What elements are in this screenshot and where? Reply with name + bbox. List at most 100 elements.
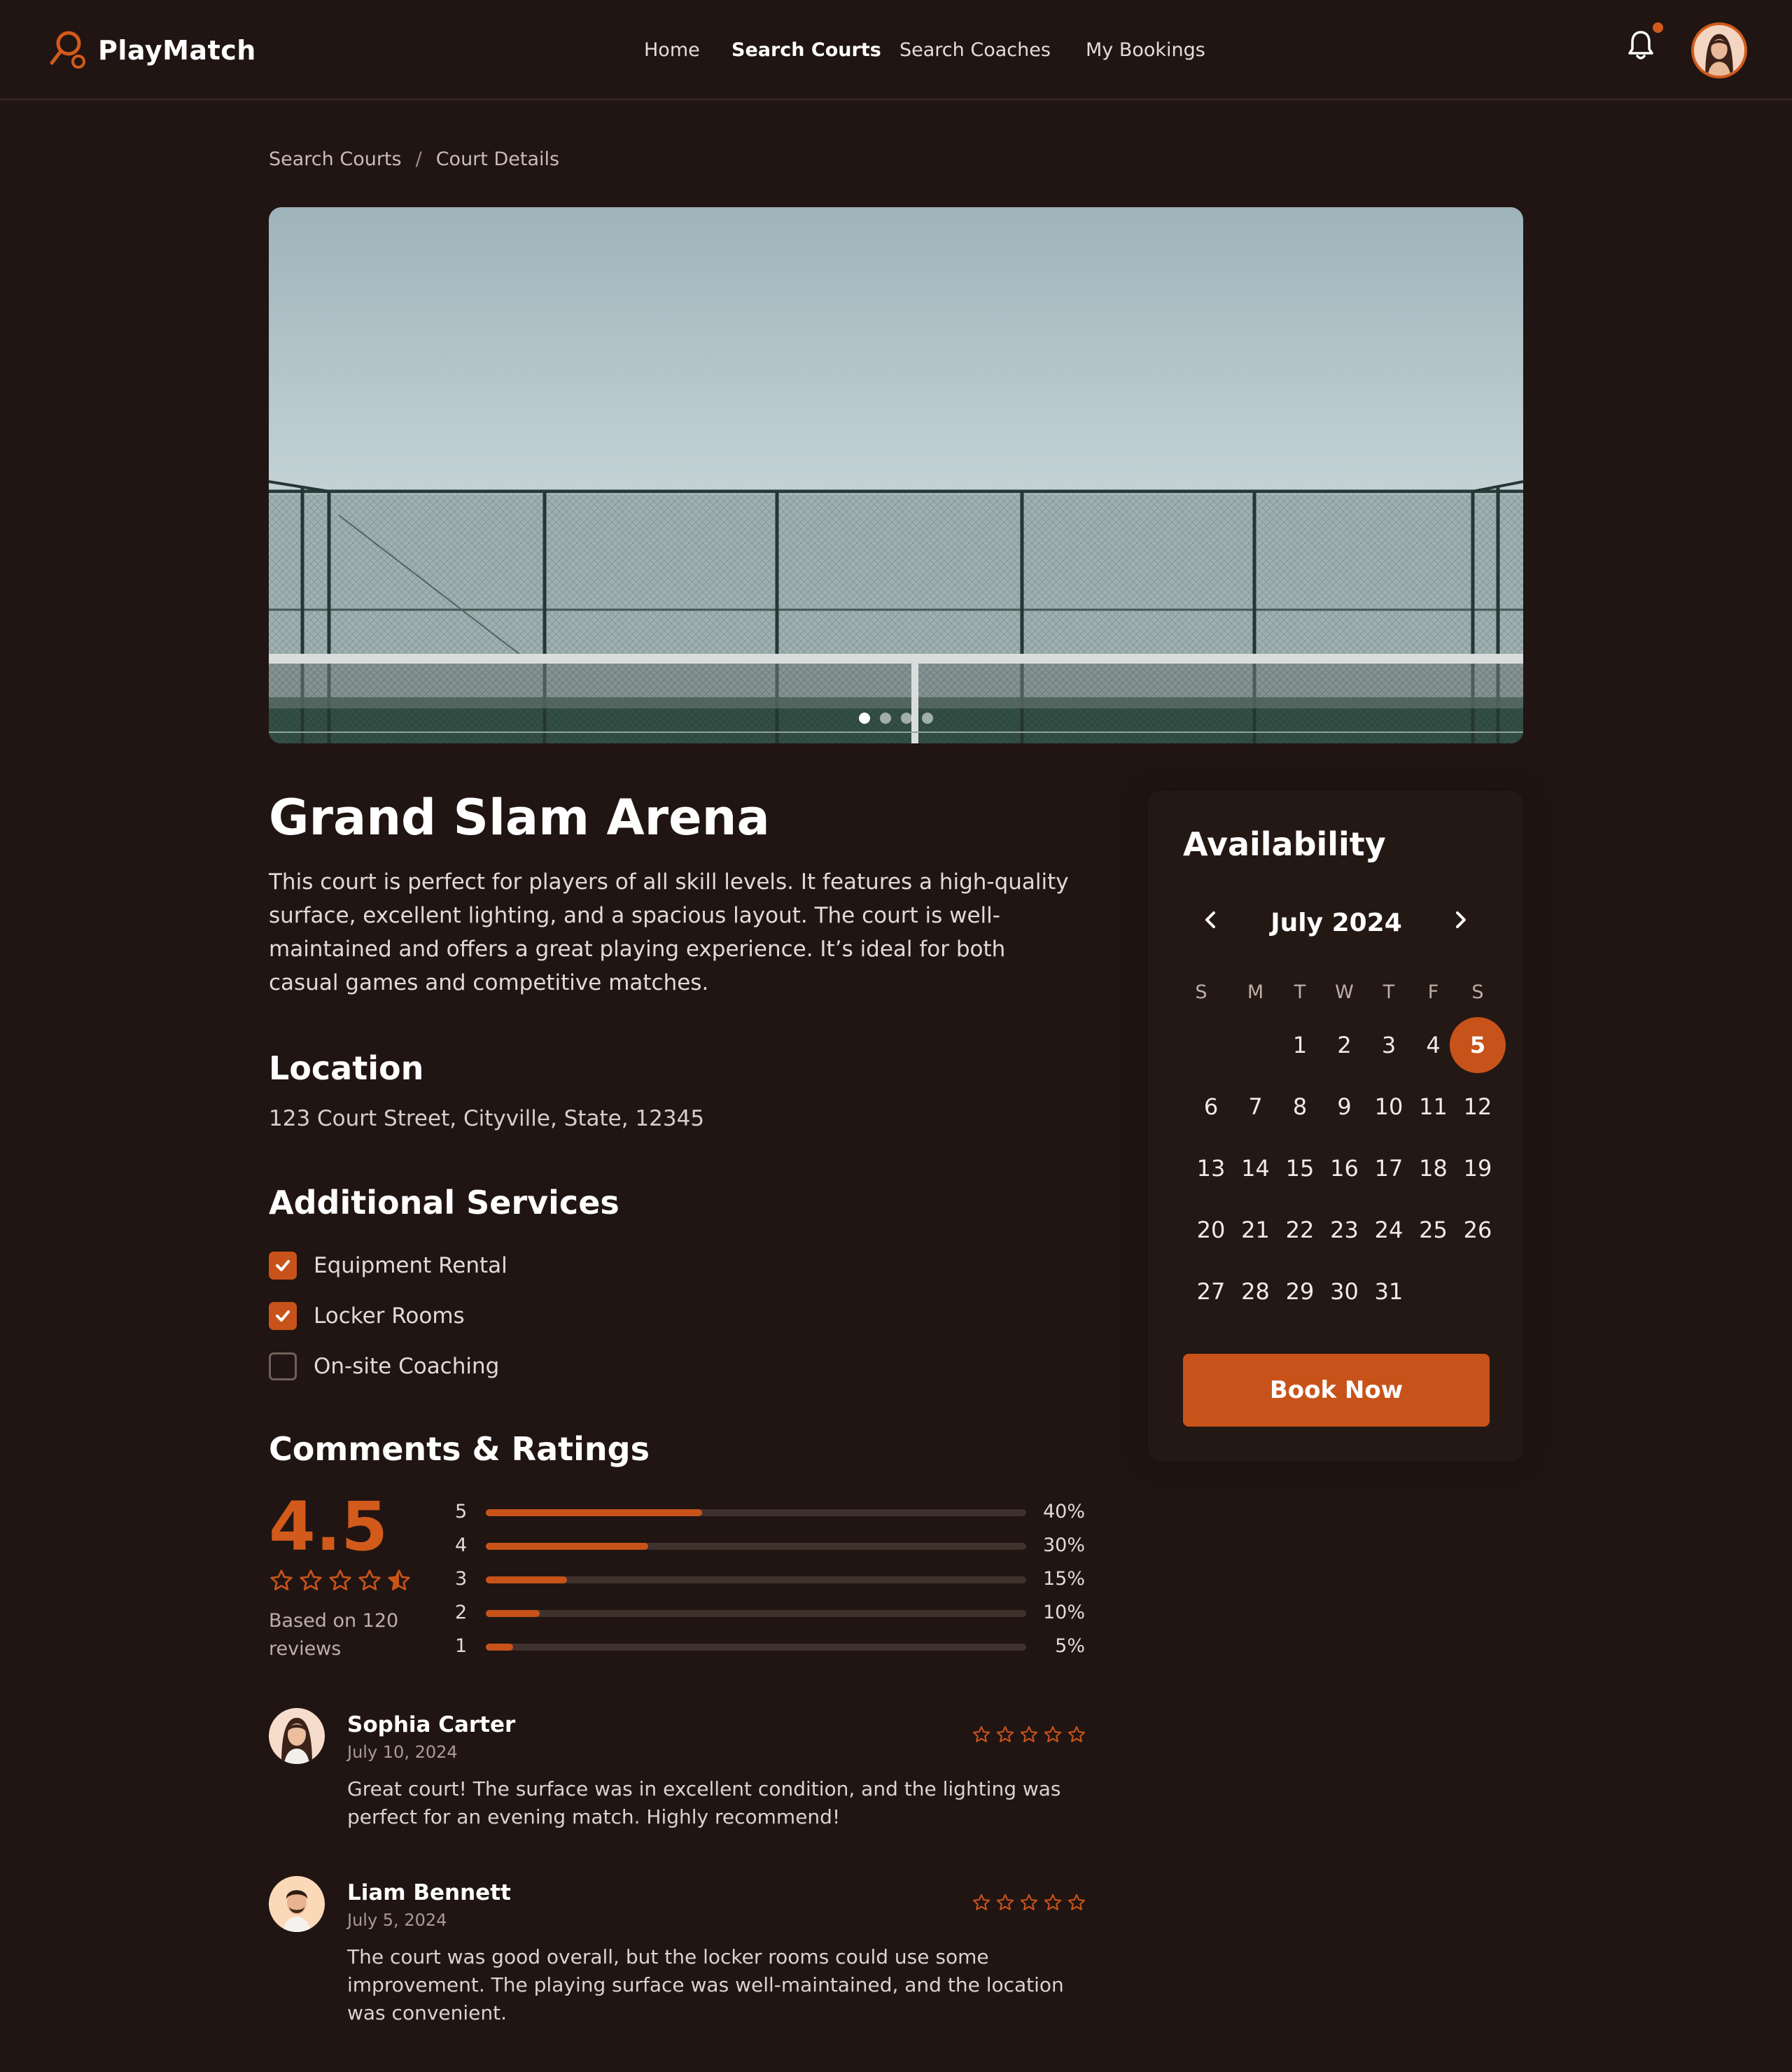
weekday-label: S: [1471, 981, 1484, 1003]
rating-bar-track: [486, 1543, 1026, 1550]
book-now-button[interactable]: Book Now: [1183, 1354, 1490, 1427]
weekday-label: T: [1294, 981, 1306, 1003]
carousel-dot-1[interactable]: [859, 713, 870, 724]
nav-search-courts[interactable]: Search Courts: [732, 36, 881, 64]
reviewer-avatar: [269, 1876, 325, 1932]
star-icon: [996, 1726, 1014, 1742]
review-stars: [972, 1725, 1086, 1744]
service-onsite-coaching[interactable]: On-site Coaching: [269, 1351, 499, 1382]
star-icon: [1068, 1726, 1086, 1742]
star-icon: [300, 1569, 322, 1590]
rating-bar-row: 5 40%: [455, 1498, 1085, 1526]
rating-bar-stars: 3: [455, 1568, 468, 1590]
review-date: July 10, 2024: [347, 1742, 458, 1762]
reviewer-avatar: [269, 1708, 325, 1764]
reviewer-name: Liam Bennett: [347, 1880, 511, 1905]
rating-bar-stars: 1: [455, 1635, 468, 1657]
ratings-heading: Comments & Ratings: [269, 1430, 650, 1468]
calendar-month: July 2024: [1270, 909, 1402, 937]
rating-bar-percent: 40%: [1042, 1501, 1085, 1522]
breadcrumb: Search Courts / Court Details: [269, 147, 559, 172]
rating-bar-percent: 30%: [1042, 1534, 1085, 1556]
court-title: Grand Slam Arena: [269, 789, 770, 846]
nav-my-bookings[interactable]: My Bookings: [1086, 36, 1205, 64]
weekday-label: M: [1247, 981, 1264, 1003]
service-label: On-site Coaching: [314, 1354, 500, 1379]
rating-bar-track: [486, 1644, 1026, 1651]
nav-search-coaches[interactable]: Search Coaches: [899, 36, 1051, 64]
star-icon: [358, 1569, 381, 1590]
carousel-dot-2[interactable]: [880, 713, 891, 724]
rating-bar-percent: 5%: [1055, 1635, 1085, 1657]
top-header: PlayMatch Home Search Courts Search Coac…: [0, 0, 1792, 100]
man-portrait-icon: [269, 1876, 325, 1932]
calendar-day[interactable]: 12: [1450, 1079, 1506, 1135]
rating-bar-row: 4 30%: [455, 1532, 1085, 1560]
rating-bar-percent: 10%: [1042, 1602, 1085, 1623]
woman-portrait-icon: [1694, 25, 1744, 76]
user-avatar[interactable]: [1691, 22, 1747, 78]
service-label: Equipment Rental: [314, 1253, 507, 1278]
calendar-day[interactable]: 26: [1450, 1202, 1506, 1258]
service-label: Locker Rooms: [314, 1303, 465, 1329]
rating-bar-row: 2 10%: [455, 1599, 1085, 1627]
rating-bar-track: [486, 1576, 1026, 1583]
rating-bar-fill: [486, 1543, 648, 1550]
service-locker-rooms[interactable]: Locker Rooms: [269, 1301, 465, 1331]
star-icon: [1044, 1893, 1062, 1910]
checkbox-checked[interactable]: [269, 1252, 297, 1280]
bell-icon[interactable]: [1625, 28, 1656, 62]
star-icon: [972, 1893, 990, 1910]
woman-portrait-icon: [269, 1708, 325, 1764]
carousel-dot-3[interactable]: [901, 713, 912, 724]
review-stars: [972, 1893, 1086, 1912]
availability-heading: Availability: [1183, 825, 1386, 863]
average-rating-stars: [269, 1568, 412, 1593]
reviewer-name: Sophia Carter: [347, 1712, 516, 1737]
star-icon: [972, 1726, 990, 1742]
carousel-dot-4[interactable]: [922, 713, 933, 724]
calendar-day[interactable]: 31: [1361, 1264, 1417, 1320]
star-icon: [1068, 1893, 1086, 1910]
rating-bar-track: [486, 1509, 1026, 1516]
check-icon: [276, 1260, 290, 1271]
rating-bar-track: [486, 1610, 1026, 1617]
carousel-dots: [269, 713, 1523, 724]
rating-bar-fill: [486, 1509, 702, 1516]
rating-bar-row: 3 15%: [455, 1565, 1085, 1593]
review-text: Great court! The surface was in excellen…: [347, 1777, 1061, 1828]
breadcrumb-separator: /: [415, 148, 422, 170]
review-date: July 5, 2024: [347, 1910, 447, 1930]
calendar-day-selected[interactable]: 5: [1450, 1017, 1506, 1073]
tennis-court-photo: [269, 207, 1523, 743]
review-text: The court was good overall, but the lock…: [347, 1945, 1064, 2024]
location-heading: Location: [269, 1049, 424, 1087]
review-count: Based on 120 reviews: [269, 1610, 399, 1660]
court-photo-carousel[interactable]: [269, 207, 1523, 743]
star-icon: [329, 1569, 351, 1590]
star-icon: [270, 1569, 293, 1590]
chevron-right-icon[interactable]: [1445, 904, 1476, 935]
rating-bar-fill: [486, 1610, 540, 1617]
nav-home[interactable]: Home: [644, 36, 700, 64]
services-heading: Additional Services: [269, 1184, 620, 1222]
weekday-label: T: [1382, 981, 1395, 1003]
star-icon: [1020, 1726, 1038, 1742]
star-half-icon: [388, 1569, 410, 1590]
court-address: 123 Court Street, Cityville, State, 1234…: [269, 1106, 705, 1131]
calendar-day[interactable]: 19: [1450, 1140, 1506, 1196]
notification-dot: [1653, 22, 1663, 33]
rating-bar-stars: 4: [455, 1534, 468, 1556]
court-description: This court is perfect for players of all…: [269, 869, 1069, 995]
rating-bar-row: 1 5%: [455, 1632, 1085, 1660]
weekday-label: W: [1335, 981, 1354, 1003]
star-icon: [996, 1893, 1014, 1910]
average-rating: 4.5: [269, 1488, 388, 1566]
rating-bar-stars: 2: [455, 1602, 468, 1623]
checkbox-checked[interactable]: [269, 1302, 297, 1330]
rating-bar-fill: [486, 1644, 513, 1651]
main-nav: Home Search Courts Search Coaches My Boo…: [0, 36, 1792, 64]
service-equipment-rental[interactable]: Equipment Rental: [269, 1250, 507, 1281]
breadcrumb-search-courts[interactable]: Search Courts: [269, 148, 402, 170]
checkbox-unchecked[interactable]: [269, 1352, 297, 1380]
